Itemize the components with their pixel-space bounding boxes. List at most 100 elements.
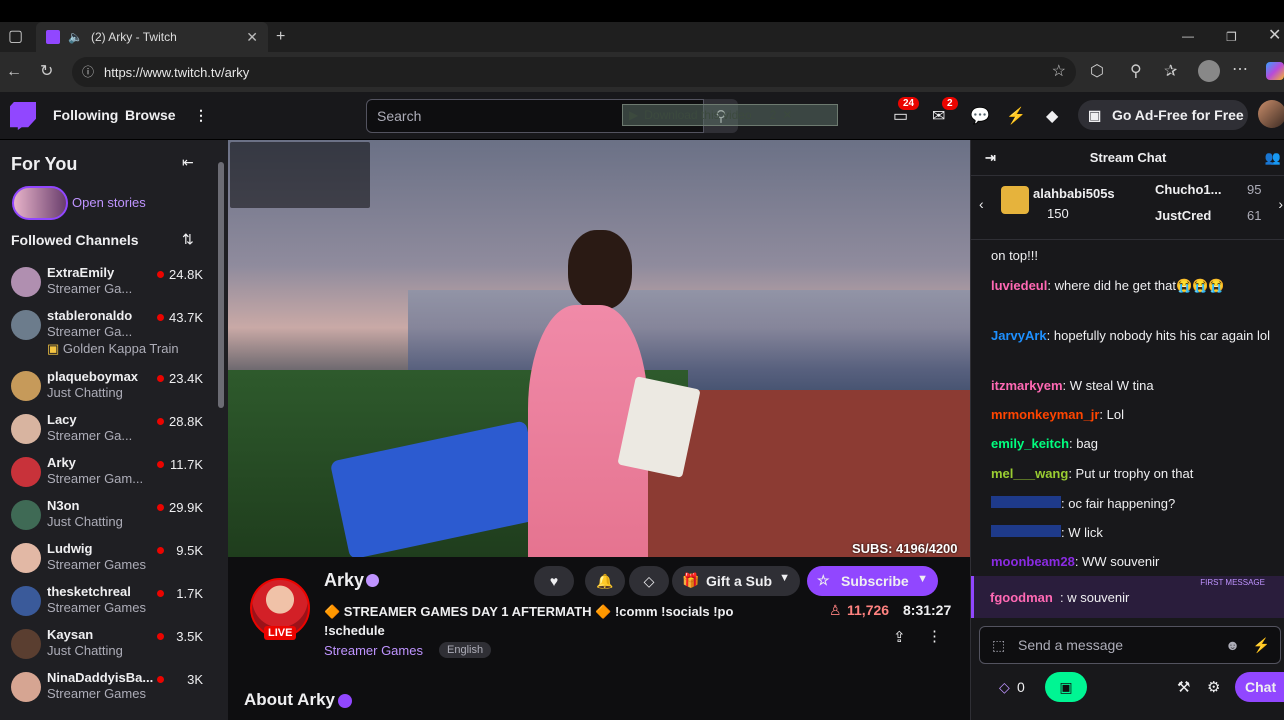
channel-viewers: 3.5K <box>176 629 203 644</box>
chat-username[interactable]: JarvyArk <box>991 328 1047 343</box>
channel-name: Ludwig <box>47 541 93 556</box>
chat-message: moonbeam28: WW souvenir <box>991 552 1281 572</box>
refresh-icon[interactable]: ↻ <box>40 64 53 80</box>
chat-username[interactable]: luviedeul <box>991 278 1047 293</box>
channel-item[interactable]: stableronaldo Streamer Ga... ▣ Golden Ka… <box>0 304 220 360</box>
tab-actions-icon[interactable]: ▢ <box>8 29 23 45</box>
twitch-logo-icon[interactable] <box>10 102 36 130</box>
more-vertical-icon[interactable]: ⋮ <box>194 107 208 124</box>
go-ad-free-button[interactable]: ▣ Go Ad-Free for Free <box>1078 100 1248 130</box>
chat-username[interactable]: moonbeam28 <box>991 554 1075 569</box>
open-stories-link[interactable]: Open stories <box>72 195 146 210</box>
channel-category: Streamer Games <box>47 686 146 701</box>
chevron-right-icon[interactable]: › <box>1278 196 1283 212</box>
extension-icon[interactable]: ⚲ <box>1130 64 1142 80</box>
diamond-icon[interactable]: ◆ <box>1046 106 1058 126</box>
mod-tools-icon[interactable]: ⚒ <box>1177 678 1190 696</box>
emote-icon[interactable]: ☻ <box>1225 637 1240 653</box>
subscribe-button[interactable]: ☆ Subscribe ▼ <box>807 566 938 596</box>
download-video-overlay[interactable]: ▶ Download this video 2 ✕ <box>622 104 838 126</box>
close-icon[interactable]: ✕ <box>782 108 792 122</box>
chevron-left-icon[interactable]: ‹ <box>979 196 984 212</box>
verified-icon <box>366 574 379 587</box>
collapse-chat-icon[interactable]: ⇥ <box>985 140 996 176</box>
channel-item[interactable]: N3on Just Chatting 29.9K <box>0 494 220 537</box>
channel-item[interactable]: NinaDaddyisBa... Streamer Games 3K <box>0 666 220 709</box>
chevron-down-icon: ▼ <box>917 573 928 585</box>
chat-username[interactable]: fgoodman <box>990 590 1053 605</box>
language-tag[interactable]: English <box>439 642 492 658</box>
whispers-icon[interactable]: ✉ <box>932 106 945 126</box>
user-avatar[interactable] <box>1258 100 1284 128</box>
profile-icon[interactable] <box>1198 60 1220 82</box>
community-icon[interactable]: 👥 <box>1265 140 1281 176</box>
site-info-icon[interactable]: ⓘ <box>82 64 94 80</box>
address-bar[interactable]: ⓘ https://www.twitch.tv/arky ☆ <box>72 57 1076 87</box>
chat-input-badge-icon[interactable]: ⬚ <box>992 637 1005 654</box>
bits-icon[interactable]: ⚡ <box>1006 106 1026 126</box>
follow-heart-button[interactable]: ♥ <box>534 566 574 596</box>
notifications-button[interactable]: 🔔 <box>585 566 625 596</box>
live-dot-icon <box>157 375 164 382</box>
inbox-badge: 24 <box>898 97 920 110</box>
channel-avatar <box>11 371 41 401</box>
claim-bonus-button[interactable]: ▣ <box>1045 672 1087 702</box>
more-vertical-icon[interactable]: ⋮ <box>927 627 942 645</box>
bits-icon[interactable]: ⚡ <box>1253 637 1270 654</box>
streamer-name[interactable]: Arky <box>324 570 364 591</box>
channel-item[interactable]: ExtraEmily Streamer Ga... 24.8K <box>0 261 220 304</box>
chat-username[interactable]: itzmarkyem <box>991 378 1063 393</box>
channel-item[interactable]: plaqueboymax Just Chatting 23.4K <box>0 365 220 408</box>
collapse-sidebar-icon[interactable]: ⇤ <box>182 154 194 171</box>
extensions-icon[interactable]: ⬡ <box>1090 64 1104 80</box>
share-icon[interactable]: ⇪ <box>893 628 906 646</box>
chat-message: : oc fair happening? <box>991 494 1281 514</box>
gifter-name[interactable]: JustCred <box>1155 208 1211 223</box>
message-text: : hopefully nobody hits his car again lo… <box>1046 328 1270 343</box>
back-icon[interactable]: ← <box>6 64 22 80</box>
channel-points-icon[interactable]: ◇ <box>999 679 1010 696</box>
minimize-icon[interactable]: — <box>1182 28 1194 44</box>
window-close-icon[interactable]: ✕ <box>1268 28 1281 44</box>
channel-item[interactable]: Kaysan Just Chatting 3.5K <box>0 623 220 666</box>
chat-bubble-icon[interactable]: 💬 <box>970 106 990 126</box>
sort-icon[interactable]: ⇅ <box>182 231 194 248</box>
nav-browse[interactable]: Browse <box>125 107 176 123</box>
new-tab-icon[interactable]: + <box>276 29 285 45</box>
chat-username[interactable]: emily_keitch <box>991 436 1069 451</box>
channel-item[interactable]: Lacy Streamer Ga... 28.8K <box>0 408 220 451</box>
browser-tab[interactable]: 🔈 (2) Arky - Twitch ✕ <box>36 22 268 52</box>
channel-viewers: 1.7K <box>176 586 203 601</box>
chat-username[interactable]: mel___wang <box>991 466 1068 481</box>
nav-following[interactable]: Following <box>53 107 118 123</box>
restore-icon[interactable]: ❐ <box>1226 29 1237 45</box>
favorites-icon[interactable]: ✰ <box>1164 64 1177 80</box>
live-dot-icon <box>157 314 164 321</box>
message-text: on top!!! <box>991 248 1038 263</box>
channel-item[interactable]: Ludwig Streamer Games 9.5K <box>0 537 220 580</box>
close-tab-icon[interactable]: ✕ <box>246 29 258 46</box>
game-category-link[interactable]: Streamer Games <box>324 643 423 658</box>
sidebar-scrollbar[interactable] <box>218 162 224 408</box>
copilot-icon[interactable] <box>1266 62 1284 80</box>
settings-gear-icon[interactable]: ⚙ <box>1207 678 1220 696</box>
chat-panel: ⇥ Stream Chat 👥 ‹ alahbabi505s 150 Chuch… <box>970 140 1284 720</box>
gift-sub-button[interactable]: 🎁 Gift a Sub ▼ <box>672 566 800 596</box>
chat-username[interactable]: mrmonkeyman_jr <box>991 407 1099 422</box>
stories-avatar[interactable] <box>12 186 68 220</box>
channel-category: Streamer Ga... <box>47 281 133 296</box>
live-dot-icon <box>157 418 164 425</box>
diamond-button[interactable]: ◇ <box>629 566 669 596</box>
verified-icon <box>338 694 352 708</box>
message-text: : W steal W tina <box>1062 378 1154 393</box>
speaker-icon[interactable]: 🔈 <box>68 30 83 44</box>
chat-header: ⇥ Stream Chat 👥 <box>971 140 1284 176</box>
channel-item[interactable]: thesketchreal Streamer Games 1.7K <box>0 580 220 623</box>
chat-send-button[interactable]: Chat <box>1235 672 1284 702</box>
gifter-name[interactable]: Chucho1... <box>1155 182 1221 197</box>
chat-input[interactable]: ⬚ Send a message ☻ ⚡ <box>979 626 1281 664</box>
more-menu-icon[interactable]: ⋯ <box>1232 62 1248 78</box>
favorite-star-icon[interactable]: ☆ <box>1052 64 1066 80</box>
gifter-name[interactable]: alahbabi505s <box>1033 186 1115 201</box>
channel-item[interactable]: Arky Streamer Gam... 11.7K <box>0 451 220 494</box>
